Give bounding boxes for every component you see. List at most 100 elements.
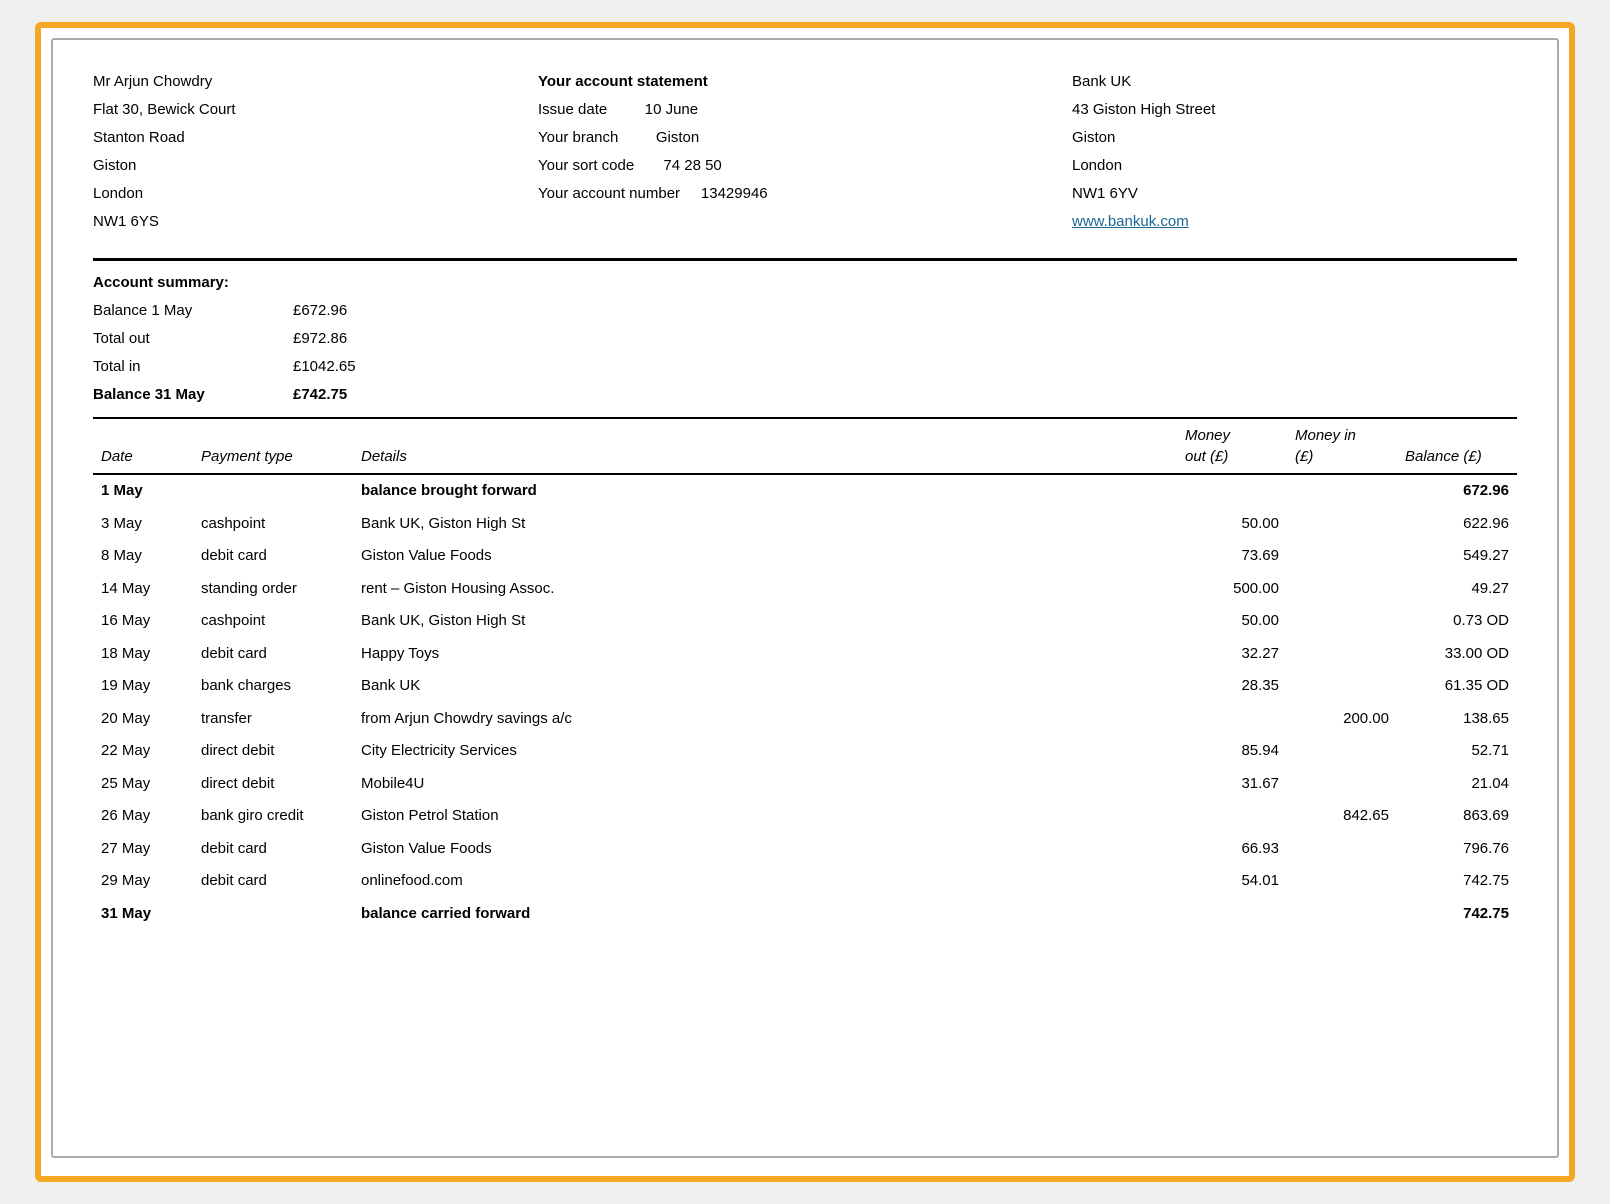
td-date: 26 May <box>93 800 193 833</box>
summary-label-1: Total out <box>93 327 293 351</box>
table-row: 18 May debit card Happy Toys 32.27 33.00… <box>93 638 1517 671</box>
td-date: 14 May <box>93 573 193 606</box>
td-date: 29 May <box>93 865 193 898</box>
td-details: Bank UK, Giston High St <box>353 508 1177 541</box>
summary-label-3: Balance 31 May <box>93 383 293 407</box>
td-money-out: 28.35 <box>1177 670 1287 703</box>
td-balance: 742.75 <box>1397 865 1517 898</box>
td-balance: 863.69 <box>1397 800 1517 833</box>
td-money-out <box>1177 800 1287 833</box>
td-details: from Arjun Chowdry savings a/c <box>353 703 1177 736</box>
table-row: 20 May transfer from Arjun Chowdry savin… <box>93 703 1517 736</box>
th-date: Date <box>93 418 193 474</box>
td-balance: 52.71 <box>1397 735 1517 768</box>
table-row: 29 May debit card onlinefood.com 54.01 7… <box>93 865 1517 898</box>
td-money-in: 200.00 <box>1287 703 1397 736</box>
th-payment-type: Payment type <box>193 418 353 474</box>
td-details: Bank UK <box>353 670 1177 703</box>
td-date: 19 May <box>93 670 193 703</box>
branch-value: Giston <box>656 129 699 146</box>
table-row: 16 May cashpoint Bank UK, Giston High St… <box>93 605 1517 638</box>
td-date: 27 May <box>93 833 193 866</box>
td-details: onlinefood.com <box>353 865 1177 898</box>
td-balance: 796.76 <box>1397 833 1517 866</box>
issue-date-label: Issue date <box>538 101 607 118</box>
statement-title: Your account statement <box>538 70 1072 94</box>
td-details: balance brought forward <box>353 474 1177 508</box>
table-row: 22 May direct debit City Electricity Ser… <box>93 735 1517 768</box>
table-row: 31 May balance carried forward 742.75 <box>93 898 1517 931</box>
summary-value-3: £742.75 <box>293 383 413 407</box>
td-money-in: 842.65 <box>1287 800 1397 833</box>
table-row: 19 May bank charges Bank UK 28.35 61.35 … <box>93 670 1517 703</box>
bank-address-line2: Giston <box>1072 126 1517 150</box>
td-payment-type <box>193 898 353 931</box>
td-balance: 33.00 OD <box>1397 638 1517 671</box>
td-money-in <box>1287 865 1397 898</box>
table-row: 3 May cashpoint Bank UK, Giston High St … <box>93 508 1517 541</box>
td-money-in <box>1287 508 1397 541</box>
td-money-in <box>1287 670 1397 703</box>
td-details: Happy Toys <box>353 638 1177 671</box>
td-details: rent – Giston Housing Assoc. <box>353 573 1177 606</box>
td-balance: 0.73 OD <box>1397 605 1517 638</box>
th-balance: Balance (£) <box>1397 418 1517 474</box>
td-payment-type <box>193 474 353 508</box>
td-money-in <box>1287 898 1397 931</box>
branch-row: Your branch Giston <box>538 126 1072 150</box>
td-payment-type: cashpoint <box>193 508 353 541</box>
td-details: Giston Value Foods <box>353 540 1177 573</box>
td-balance: 742.75 <box>1397 898 1517 931</box>
td-date: 8 May <box>93 540 193 573</box>
table-header-row: Date Payment type Details Moneyout (£) M… <box>93 418 1517 474</box>
summary-value-1: £972.86 <box>293 327 413 351</box>
td-date: 16 May <box>93 605 193 638</box>
statement-table: Date Payment type Details Moneyout (£) M… <box>93 417 1517 930</box>
td-details: Mobile4U <box>353 768 1177 801</box>
account-number-row: Your account number 13429946 <box>538 182 1072 206</box>
customer-address-line1: Flat 30, Bewick Court <box>93 98 538 122</box>
header-section: Mr Arjun Chowdry Flat 30, Bewick Court S… <box>93 70 1517 238</box>
td-money-out: 73.69 <box>1177 540 1287 573</box>
td-money-out: 32.27 <box>1177 638 1287 671</box>
td-balance: 138.65 <box>1397 703 1517 736</box>
td-money-in <box>1287 833 1397 866</box>
td-money-out <box>1177 703 1287 736</box>
customer-address: Mr Arjun Chowdry Flat 30, Bewick Court S… <box>93 70 538 238</box>
sort-code-row: Your sort code 74 28 50 <box>538 154 1072 178</box>
issue-date-row: Issue date 10 June <box>538 98 1072 122</box>
inner-border: Mr Arjun Chowdry Flat 30, Bewick Court S… <box>51 38 1559 1158</box>
summary-value-0: £672.96 <box>293 299 413 323</box>
td-payment-type: bank charges <box>193 670 353 703</box>
td-money-out <box>1177 474 1287 508</box>
td-date: 25 May <box>93 768 193 801</box>
td-date: 31 May <box>93 898 193 931</box>
customer-address-line4: London <box>93 182 538 206</box>
account-number-value: 13429946 <box>701 185 768 202</box>
header-divider <box>93 258 1517 261</box>
summary-title-row: Account summary: <box>93 271 1517 295</box>
td-money-in <box>1287 638 1397 671</box>
td-date: 1 May <box>93 474 193 508</box>
td-date: 22 May <box>93 735 193 768</box>
table-row: 14 May standing order rent – Giston Hous… <box>93 573 1517 606</box>
bank-website[interactable]: www.bankuk.com <box>1072 210 1517 234</box>
summary-value-2: £1042.65 <box>293 355 413 379</box>
td-details: balance carried forward <box>353 898 1177 931</box>
td-payment-type: debit card <box>193 638 353 671</box>
td-money-out: 66.93 <box>1177 833 1287 866</box>
summary-label-2: Total in <box>93 355 293 379</box>
td-details: Giston Petrol Station <box>353 800 1177 833</box>
customer-name: Mr Arjun Chowdry <box>93 70 538 94</box>
td-date: 18 May <box>93 638 193 671</box>
td-money-in <box>1287 540 1397 573</box>
outer-border: Mr Arjun Chowdry Flat 30, Bewick Court S… <box>35 22 1575 1182</box>
th-money-out: Moneyout (£) <box>1177 418 1287 474</box>
td-date: 3 May <box>93 508 193 541</box>
td-money-in <box>1287 573 1397 606</box>
td-balance: 21.04 <box>1397 768 1517 801</box>
td-money-out: 50.00 <box>1177 605 1287 638</box>
summary-title: Account summary: <box>93 271 293 295</box>
customer-address-line3: Giston <box>93 154 538 178</box>
td-payment-type: debit card <box>193 833 353 866</box>
